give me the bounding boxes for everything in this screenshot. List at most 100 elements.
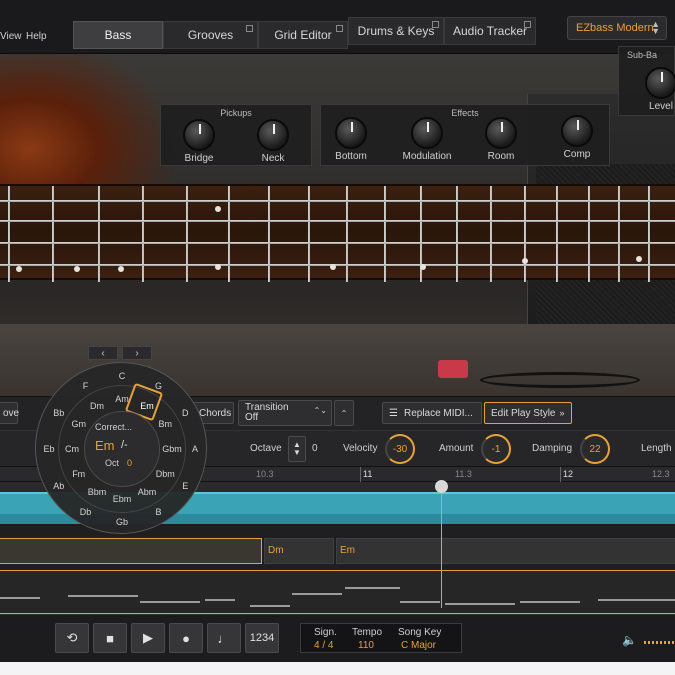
wheel-inner-chord-dbm[interactable]: Dbm (156, 469, 175, 479)
tab-grooves[interactable]: Grooves (163, 21, 258, 49)
tab-bass[interactable]: Bass (73, 21, 163, 49)
sub-bass-level-knob[interactable] (645, 67, 675, 99)
neck-label: Neck (261, 153, 285, 164)
midi-note[interactable] (400, 601, 440, 603)
replace-midi-label: Replace MIDI... (403, 407, 473, 419)
wheel-prev-button[interactable]: ‹ (88, 346, 118, 360)
neck-knob[interactable] (257, 119, 289, 151)
chord-block[interactable]: Dm (264, 538, 334, 564)
move-button[interactable]: ove (0, 402, 20, 424)
preset-selector[interactable]: EZbass Modern ▲ ▼ (567, 16, 667, 40)
transition-select[interactable]: Transition Off ⌃⌄ (238, 400, 332, 426)
midi-note[interactable] (345, 587, 400, 589)
bridge-knob[interactable] (183, 119, 215, 151)
bass-string[interactable] (0, 220, 675, 222)
wheel-inner-chord-gm[interactable]: Gm (71, 419, 86, 429)
bass-midi-track[interactable] (0, 570, 675, 614)
wheel-inner-chord-dm[interactable]: Dm (90, 401, 104, 411)
midi-note[interactable] (140, 601, 200, 603)
wheel-outer-chord-b[interactable]: B (155, 507, 161, 517)
midi-note[interactable] (68, 595, 138, 597)
wheel-inner-chord-am[interactable]: Am (115, 394, 129, 404)
slash-bass[interactable]: /- (121, 439, 128, 451)
popout-icon[interactable] (336, 25, 343, 32)
wheel-outer-chord-a[interactable]: A (192, 444, 198, 454)
comp-knob[interactable] (561, 115, 593, 147)
popout-icon[interactable] (432, 21, 439, 28)
chord-block-label: Em (340, 545, 355, 556)
loop-button[interactable]: ⟲ (55, 623, 89, 653)
loop-icon: ⟲ (66, 630, 78, 645)
stop-button[interactable]: ■ (93, 623, 127, 653)
wheel-outer-chord-e[interactable]: E (182, 481, 188, 491)
popout-icon[interactable] (524, 21, 531, 28)
velocity-knob[interactable]: -30 (385, 434, 415, 464)
wheel-inner-chord-ebm[interactable]: Ebm (113, 494, 132, 504)
sign-value[interactable]: 4 / 4 (314, 640, 333, 651)
tempo-value[interactable]: 110 (358, 640, 374, 651)
room-knob[interactable] (485, 117, 517, 149)
midi-note[interactable] (205, 599, 235, 601)
bass-string[interactable] (0, 242, 675, 244)
damping-knob[interactable]: 22 (580, 434, 610, 464)
record-button[interactable]: ● (169, 623, 203, 653)
room-label: Room (487, 151, 515, 162)
wheel-outer-chord-f[interactable]: F (83, 381, 89, 391)
wheel-outer-chord-eb[interactable]: Eb (43, 444, 54, 454)
wheel-outer-chord-ab[interactable]: Ab (53, 481, 64, 491)
bass-string[interactable] (0, 200, 675, 202)
bass-string[interactable] (0, 264, 675, 266)
scroll-stepper[interactable]: ⌃ (334, 400, 354, 426)
menu-help[interactable]: Help (26, 31, 47, 42)
octave-value: 0 (312, 443, 318, 454)
octave-stepper[interactable]: ▲ ▼ (288, 436, 306, 462)
popout-icon[interactable] (246, 25, 253, 32)
midi-note[interactable] (445, 603, 515, 605)
wheel-next-button[interactable]: › (122, 346, 152, 360)
play-button[interactable]: ▶ (131, 623, 165, 653)
menu-view[interactable]: View (0, 31, 22, 42)
metronome-button[interactable]: ♩ (207, 623, 241, 653)
correct-hint: Correct... (95, 422, 133, 432)
chord-wheel[interactable]: Correct... Em /- Oct 0 C G D A E B Gb Db Ab Eb Bb F… (35, 362, 207, 534)
edit-play-style-button[interactable]: Edit Play Style » (484, 402, 572, 424)
midi-note[interactable] (520, 601, 580, 603)
modulation-knob[interactable] (411, 117, 443, 149)
preset-label: EZbass Modern (576, 22, 654, 34)
wheel-inner-chord-gbm[interactable]: Gbm (162, 444, 182, 454)
playhead-handle[interactable] (435, 480, 448, 493)
chord-block[interactable] (0, 538, 262, 564)
chord-wheel-center[interactable]: Correct... Em /- Oct 0 (84, 411, 160, 487)
midi-note[interactable] (0, 597, 40, 599)
tab-audio-tracker[interactable]: Audio Tracker (444, 17, 536, 45)
wheel-outer-chord-gb[interactable]: Gb (116, 517, 128, 527)
wheel-inner-chord-fm[interactable]: Fm (72, 469, 85, 479)
wheel-outer-chord-g[interactable]: G (155, 381, 162, 391)
count-in-button[interactable]: 1234 (245, 623, 279, 653)
wheel-inner-chord-bbm[interactable]: Bbm (88, 487, 107, 497)
midi-note[interactable] (598, 599, 675, 601)
chord-block[interactable]: Em (336, 538, 675, 564)
wheel-inner-chord-abm[interactable]: Abm (138, 487, 157, 497)
wheel-outer-chord-db[interactable]: Db (80, 507, 92, 517)
wheel-inner-chord-bm[interactable]: Bm (159, 419, 173, 429)
move-label: ove (3, 407, 20, 419)
pedal-image (438, 360, 468, 378)
wheel-outer-chord-d[interactable]: D (182, 408, 189, 418)
amount-label: Amount (439, 443, 474, 454)
wheel-inner-chord-em[interactable]: Em (140, 401, 154, 411)
song-key-value[interactable]: C Major (401, 640, 436, 651)
midi-note[interactable] (250, 605, 290, 607)
midi-note[interactable] (292, 593, 342, 595)
replace-midi-button[interactable]: ☰ Replace MIDI... (382, 402, 482, 424)
bass-fretboard[interactable] (0, 184, 675, 282)
oct-value[interactable]: 0 (127, 458, 132, 468)
bottom-knob[interactable] (335, 117, 367, 149)
volume-slider[interactable] (644, 641, 675, 644)
tab-grid-editor[interactable]: Grid Editor (258, 21, 348, 49)
wheel-inner-chord-cm[interactable]: Cm (65, 444, 79, 454)
amount-knob[interactable]: -1 (481, 434, 511, 464)
wheel-outer-chord-bb[interactable]: Bb (53, 408, 64, 418)
wheel-outer-chord-c[interactable]: C (119, 371, 126, 381)
tab-drums-keys[interactable]: Drums & Keys (348, 17, 444, 45)
